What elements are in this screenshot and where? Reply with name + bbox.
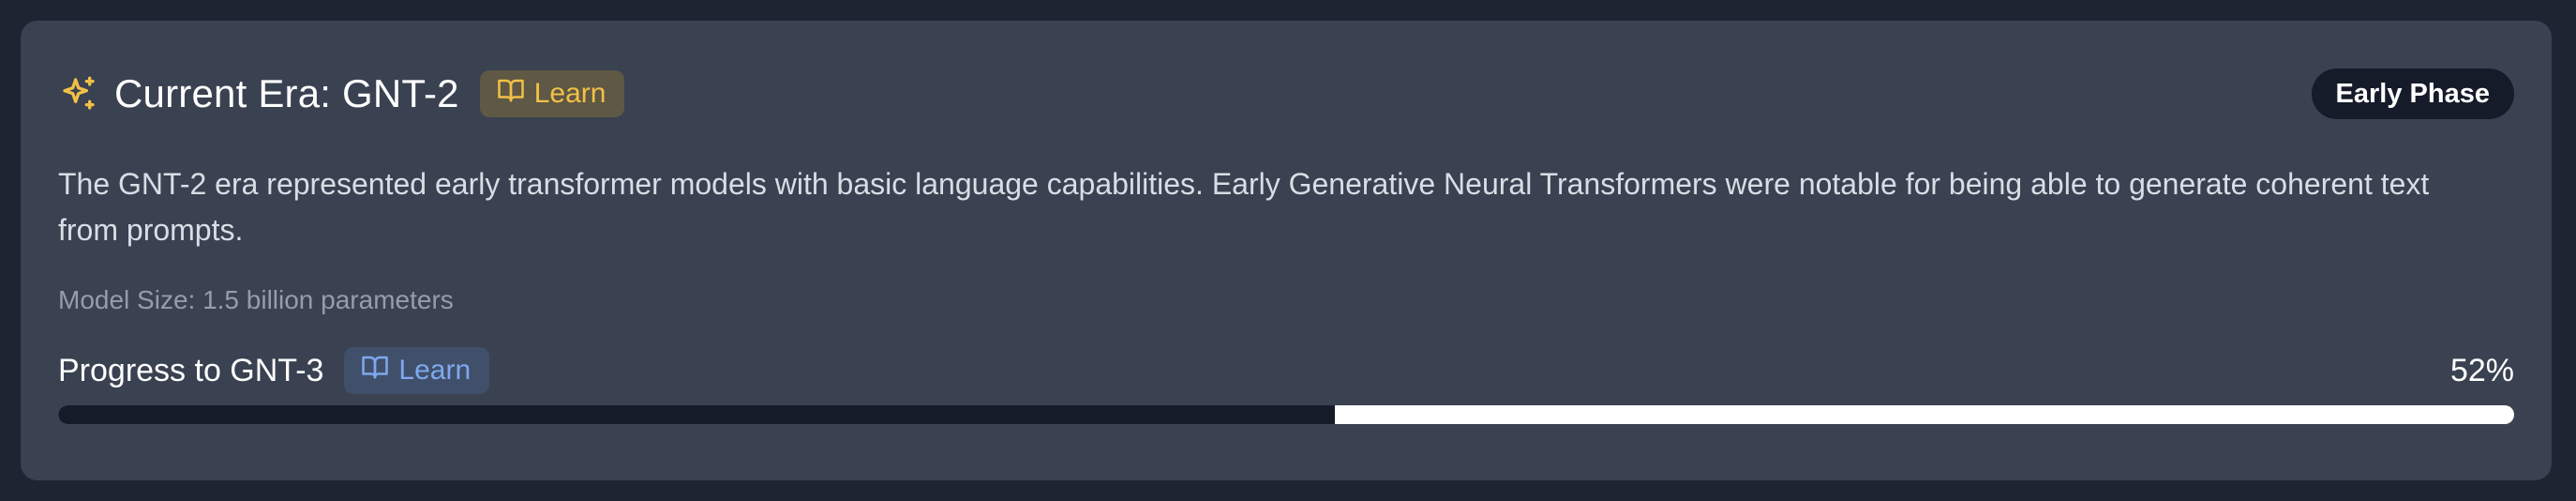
progress-label: Progress to GNT-3	[58, 352, 324, 388]
era-card: Current Era: GNT-2 Learn Early Phase The…	[21, 21, 2552, 480]
progress-bar-fill	[58, 405, 1336, 424]
book-open-icon	[497, 76, 525, 112]
learn-progress-button[interactable]: Learn	[344, 347, 490, 394]
learn-era-label: Learn	[533, 78, 607, 109]
progress-percent: 52%	[2449, 352, 2514, 388]
learn-era-button[interactable]: Learn	[479, 70, 625, 117]
page-title: Current Era: GNT-2	[114, 71, 459, 115]
progress-bar	[58, 405, 2514, 424]
progress-row: Progress to GNT-3 Learn 52%	[58, 345, 2514, 396]
sparkles-icon	[58, 73, 99, 114]
phase-badge: Early Phase	[2311, 68, 2514, 119]
book-open-icon	[361, 353, 389, 388]
era-header: Current Era: GNT-2 Learn Early Phase	[58, 68, 2514, 120]
model-size-text: Model Size: 1.5 billion parameters	[58, 285, 454, 314]
era-description: The GNT-2 era represented early transfor…	[58, 167, 2430, 247]
learn-progress-label: Learn	[398, 355, 472, 386]
